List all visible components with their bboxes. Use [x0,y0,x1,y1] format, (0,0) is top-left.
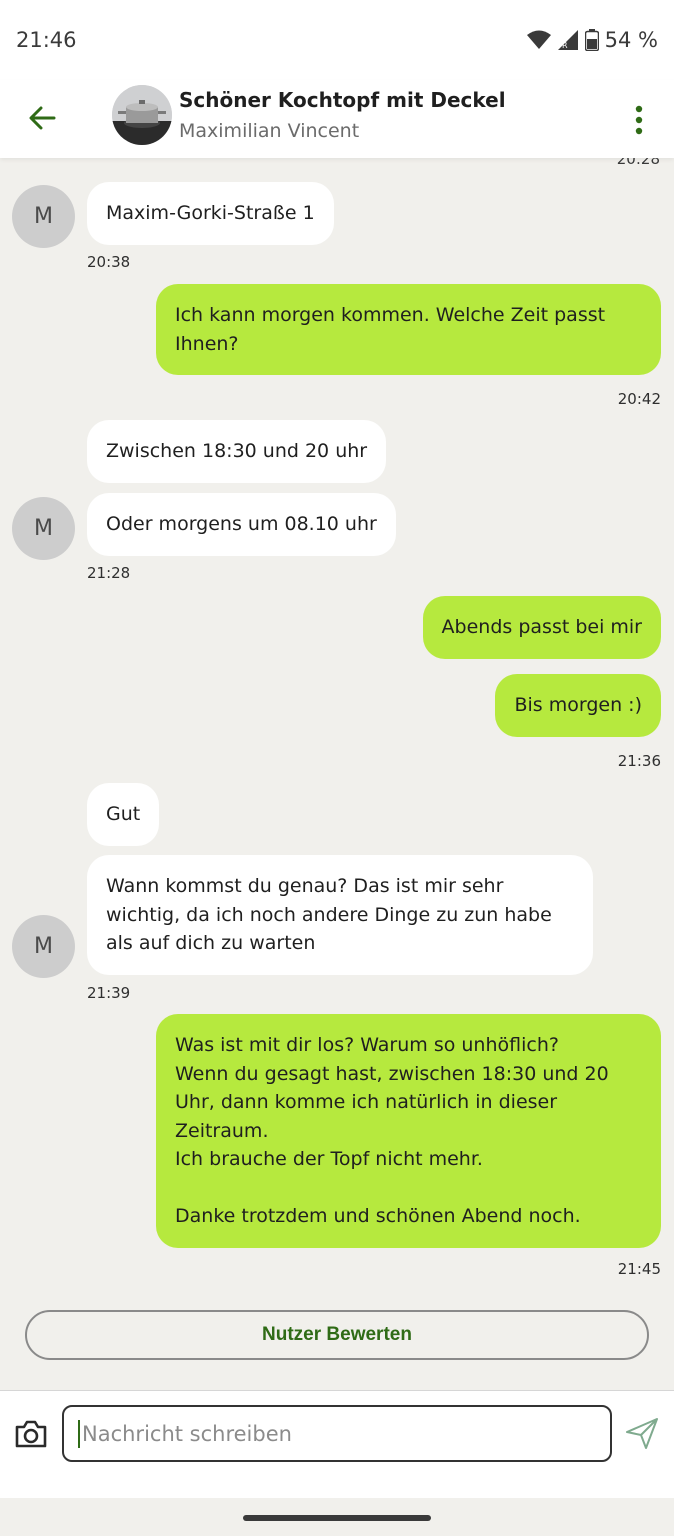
rate-user-button[interactable]: Nutzer Bewerten [25,1310,649,1360]
message-outgoing[interactable]: Bis morgen :) [495,674,661,737]
battery-icon [584,29,599,51]
message-outgoing[interactable]: Ich kann morgen kommen. Welche Zeit pass… [156,284,661,375]
status-time: 21:46 [16,28,77,52]
send-icon[interactable] [624,1415,660,1451]
listing-thumbnail[interactable] [112,85,172,145]
timestamp: 20:28 [616,158,660,168]
message-composer: Nachricht schreiben [0,1390,674,1498]
message-input[interactable]: Nachricht schreiben [62,1405,612,1462]
timestamp: 20:38 [87,253,131,271]
message-list[interactable]: 20:28 M Maxim-Gorki-Straße 1 20:38 Ich k… [0,158,674,1390]
text-cursor [78,1419,80,1448]
avatar: M [12,497,75,560]
message-incoming[interactable]: Oder morgens um 08.10 uhr [87,493,396,556]
message-incoming[interactable]: Maxim-Gorki-Straße 1 [87,182,334,245]
message-incoming[interactable]: Wann kommst du genau? Das ist mir sehr w… [87,855,593,975]
svg-text:R: R [562,41,568,50]
chat-partner-name[interactable]: Maximilian Vincent [179,120,359,142]
chat-header: Schöner Kochtopf mit Deckel Maximilian V… [0,80,674,158]
battery-percent: 54 % [604,28,658,52]
message-outgoing[interactable]: Abends passt bei mir [422,596,661,659]
message-input-placeholder: Nachricht schreiben [82,1421,292,1446]
more-vert-icon[interactable] [624,100,654,140]
timestamp: 20:42 [617,390,661,408]
message-incoming[interactable]: Zwischen 18:30 und 20 uhr [87,420,387,483]
message-incoming[interactable]: Gut [87,783,160,846]
home-gesture-bar[interactable] [243,1515,431,1521]
timestamp: 21:39 [87,984,131,1002]
avatar: M [12,185,75,248]
back-arrow-icon[interactable] [24,98,64,138]
camera-icon[interactable] [14,1417,48,1451]
chat-title[interactable]: Schöner Kochtopf mit Deckel [179,88,506,112]
timestamp: 21:36 [617,752,661,770]
timestamp: 21:45 [617,1260,661,1278]
status-bar: 21:46 R 54 % [0,0,674,80]
status-icons: R 54 % [526,28,658,52]
message-outgoing[interactable]: Was ist mit dir los? Warum so unhöflich?… [156,1014,661,1248]
timestamp: 21:28 [87,564,131,582]
wifi-icon [526,30,551,49]
avatar: M [12,915,75,978]
signal-icon: R [557,30,578,50]
system-nav-bar [0,1498,674,1536]
